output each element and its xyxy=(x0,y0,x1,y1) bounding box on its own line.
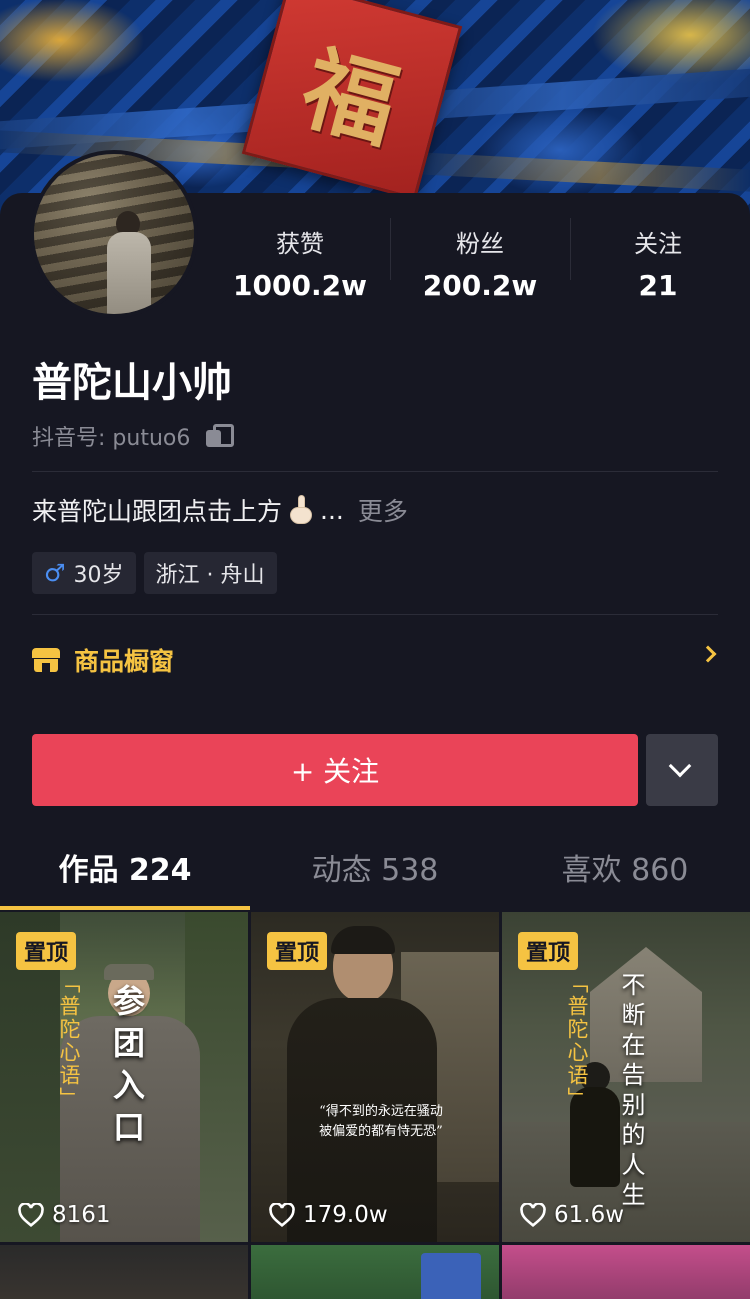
chevron-down-icon xyxy=(668,754,692,778)
uid-row: 抖音号: putuo6 xyxy=(32,420,235,452)
stat-label: 粉丝 xyxy=(456,230,504,258)
avatar[interactable] xyxy=(30,150,198,318)
video-likes: 8161 xyxy=(18,1202,111,1228)
video-likes: 61.6w xyxy=(520,1202,624,1228)
divider xyxy=(32,471,718,472)
video-thumbnail[interactable] xyxy=(502,1245,750,1299)
pinned-badge: 置顶 xyxy=(518,932,579,970)
tab-works[interactable]: 作品 224 xyxy=(0,840,250,902)
heart-icon xyxy=(18,1203,44,1227)
profile-tags: ♂ 30岁 浙江 · 舟山 xyxy=(32,552,277,594)
pinned-badge: 置顶 xyxy=(16,932,77,970)
stat-label: 获赞 xyxy=(276,230,324,258)
stat-fans[interactable]: 粉丝 200.2w xyxy=(390,210,570,310)
age-text: 30岁 xyxy=(73,563,124,588)
video-thumbnail[interactable]: 「普陀心语」 参团入口 置顶 8161 xyxy=(0,912,248,1242)
stat-divider xyxy=(390,218,391,280)
video-thumbnail[interactable]: 「普陀心语」 不断在告别的人生 置顶 61.6w xyxy=(502,912,750,1242)
video-thumbnail[interactable] xyxy=(251,1245,499,1299)
tab-moments[interactable]: 动态 538 xyxy=(250,840,500,902)
stat-divider xyxy=(570,218,571,280)
tab-likes[interactable]: 喜欢 860 xyxy=(500,840,750,902)
profile-stats: 获赞 1000.2w 粉丝 200.2w 关注 21 xyxy=(210,210,750,310)
pointing-up-icon xyxy=(286,495,314,525)
bio-more-link[interactable]: 更多 xyxy=(358,492,408,528)
location-text: 浙江 · 舟山 xyxy=(155,563,265,588)
video-grid: 「普陀心语」 参团入口 置顶 8161 “得不到的永远在骚动 被偏爱的都有恃无恐… xyxy=(0,912,750,1299)
follow-button[interactable]: + 关注 xyxy=(32,734,638,806)
likes-count: 61.6w xyxy=(554,1202,625,1228)
stat-following[interactable]: 关注 21 xyxy=(568,210,748,310)
bio-ellipsis: ... xyxy=(320,495,344,525)
stat-label: 关注 xyxy=(634,230,682,258)
male-icon: ♂ xyxy=(44,559,66,587)
video-side-title: 「普陀心语」 xyxy=(565,972,589,1110)
profile-name: 普陀山小帅 xyxy=(32,360,232,406)
copy-icon[interactable] xyxy=(206,424,235,448)
shop-window-label: 商品橱窗 xyxy=(74,647,175,676)
heart-icon xyxy=(269,1203,295,1227)
video-thumbnail[interactable]: “得不到的永远在骚动 被偏爱的都有恃无恐” 置顶 179.0w xyxy=(251,912,499,1242)
stat-likes[interactable]: 获赞 1000.2w xyxy=(210,210,390,310)
more-options-button[interactable] xyxy=(646,734,718,806)
stat-value: 200.2w xyxy=(422,269,538,302)
video-poem-text: 不断在告别的人生 xyxy=(617,972,645,1212)
likes-count: 8161 xyxy=(52,1202,111,1228)
stat-value: 1000.2w xyxy=(233,269,367,302)
content-tabs: 作品 224 动态 538 喜欢 860 xyxy=(0,840,750,912)
likes-count: 179.0w xyxy=(303,1202,388,1228)
bio[interactable]: 来普陀山跟团点击上方 ... 更多 xyxy=(32,492,408,528)
location-tag: 浙江 · 舟山 xyxy=(143,552,277,594)
video-thumbnail[interactable] xyxy=(0,1245,248,1299)
divider xyxy=(32,614,718,615)
video-side-title: 「普陀心语」 xyxy=(57,972,81,1110)
stat-value: 21 xyxy=(638,269,678,302)
uid-text: 抖音号: putuo6 xyxy=(32,426,191,451)
gender-age-tag: ♂ 30岁 xyxy=(32,552,136,594)
pinned-badge: 置顶 xyxy=(267,932,328,970)
video-caption: “得不到的永远在骚动 被偏爱的都有恃无恐” xyxy=(319,1104,443,1139)
shop-icon xyxy=(32,648,60,672)
bio-text: 来普陀山跟团点击上方 xyxy=(32,497,283,526)
heart-icon xyxy=(520,1203,546,1227)
active-tab-indicator xyxy=(0,906,250,910)
shop-window-row[interactable]: 商品橱窗 xyxy=(32,630,718,690)
chevron-right-icon xyxy=(699,645,717,663)
video-likes: 179.0w xyxy=(269,1202,388,1228)
video-overlay-text: 参团入口 xyxy=(108,984,146,1152)
